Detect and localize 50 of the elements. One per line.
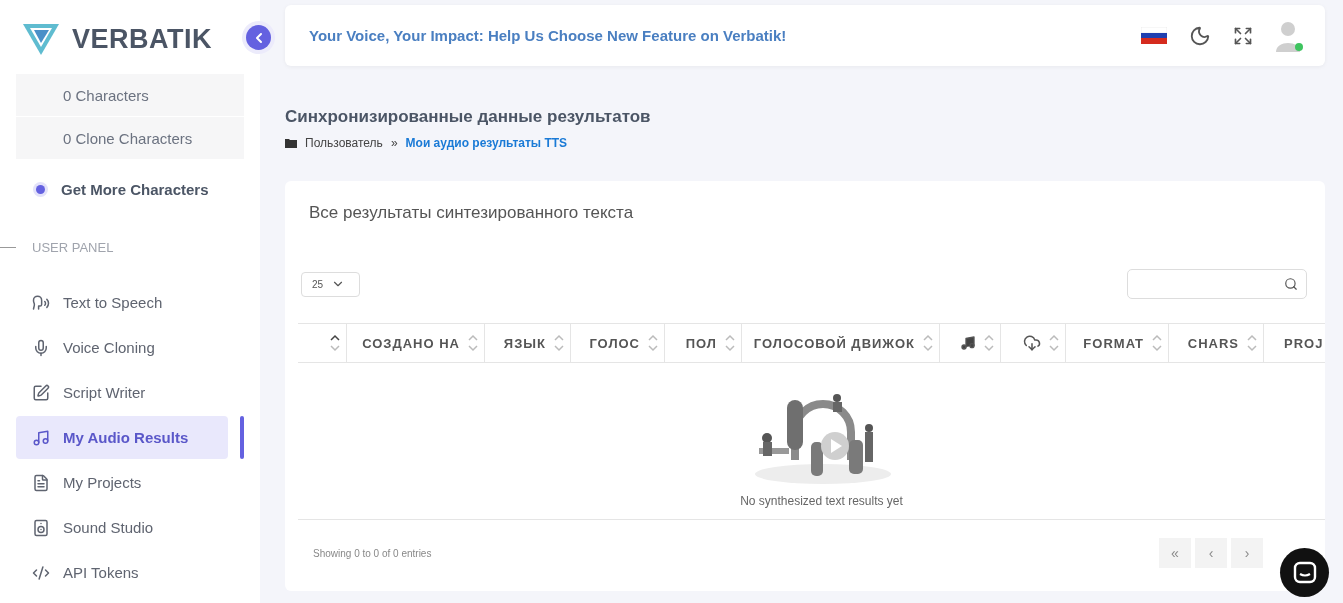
logo-icon (22, 22, 60, 56)
get-more-link[interactable]: Get More Characters (16, 178, 244, 200)
empty-message: No synthesized text results yet (740, 494, 903, 508)
flag-icon[interactable] (1141, 27, 1167, 44)
sidebar-item[interactable]: My Audio Results (16, 416, 229, 459)
music-icon (960, 335, 976, 351)
search-field[interactable] (1127, 269, 1307, 299)
sidebar-item[interactable]: API Tokens (16, 551, 244, 594)
column-header: СОЗДАНО НА (362, 335, 460, 351)
speaker-icon (32, 518, 50, 537)
fullscreen-icon[interactable] (1233, 25, 1253, 46)
column-header: ГОЛОС (589, 335, 640, 351)
pen-icon (32, 383, 50, 402)
column-header: FORMAT (1083, 335, 1144, 351)
dark-mode-icon[interactable] (1189, 24, 1211, 47)
page-title: Синхронизированные данные результатов (285, 107, 652, 127)
column-header: ГОЛОСОВОЙ ДВИЖОК (753, 335, 915, 351)
cloud-download-icon (1023, 334, 1041, 352)
document-icon (32, 473, 50, 492)
search-icon (1284, 277, 1298, 291)
brand-name: VERBATIK (72, 23, 212, 55)
sidebar-item[interactable]: My Projects (16, 461, 244, 504)
active-indicator (240, 416, 244, 459)
entries-info: Showing 0 to 0 of 0 entries (313, 547, 432, 559)
speech-icon (32, 293, 50, 312)
announcement-link[interactable]: Your Voice, Your Impact: Help Us Choose New Feature on Verbatik! (309, 27, 1141, 44)
column-header: CHARS (1187, 335, 1239, 351)
microphone-icon (32, 338, 50, 357)
chat-icon (1292, 560, 1317, 585)
column-header: PROJ (1284, 335, 1324, 351)
sidebar-item[interactable]: Script Writer (16, 371, 244, 414)
breadcrumb-item[interactable]: Пользователь (305, 136, 383, 150)
breadcrumb-separator: » (390, 136, 398, 150)
column-header: ЯЗЫК (503, 335, 546, 351)
section-label: USER PANEL (32, 240, 114, 255)
breadcrumb-link[interactable]: Мои аудио результаты TTS (405, 136, 568, 150)
sort-icon[interactable] (330, 334, 340, 352)
page-size-select[interactable]: 25 (301, 271, 360, 297)
chat-button[interactable] (1280, 548, 1329, 597)
folder-icon (285, 138, 297, 148)
sidebar-item[interactable]: Sound Studio (16, 506, 244, 549)
user-avatar[interactable] (1275, 19, 1301, 52)
column-header: ПОЛ (685, 335, 717, 351)
card-title: Все результаты синтезированного текста (309, 203, 635, 223)
music-icon (32, 428, 50, 447)
code-icon (32, 563, 50, 582)
sidebar-item[interactable]: Text to Speech (16, 281, 244, 324)
sidebar-item[interactable]: Voice Cloning (16, 326, 244, 369)
credit-count: 0 Clone Characters (16, 117, 244, 159)
credit-count: 0 Characters (16, 74, 244, 116)
